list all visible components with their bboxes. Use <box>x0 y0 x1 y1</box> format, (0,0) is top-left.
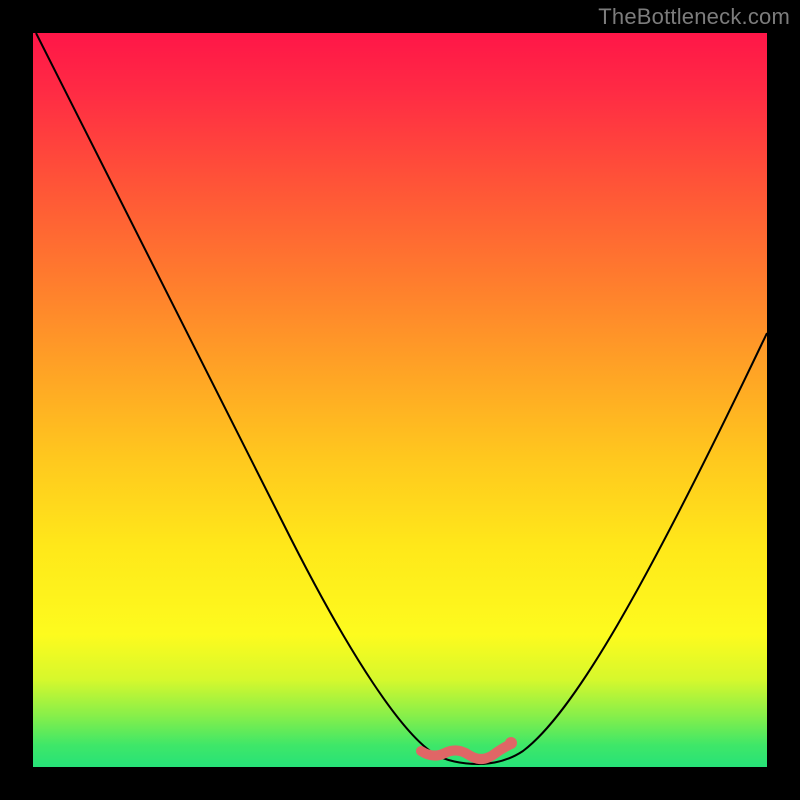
watermark-text: TheBottleneck.com <box>598 4 790 30</box>
chart-frame: TheBottleneck.com <box>0 0 800 800</box>
curve-svg <box>33 33 767 767</box>
bottleneck-curve-path <box>36 33 767 764</box>
highlight-band-path <box>421 745 509 759</box>
highlight-end-dot <box>505 737 517 749</box>
